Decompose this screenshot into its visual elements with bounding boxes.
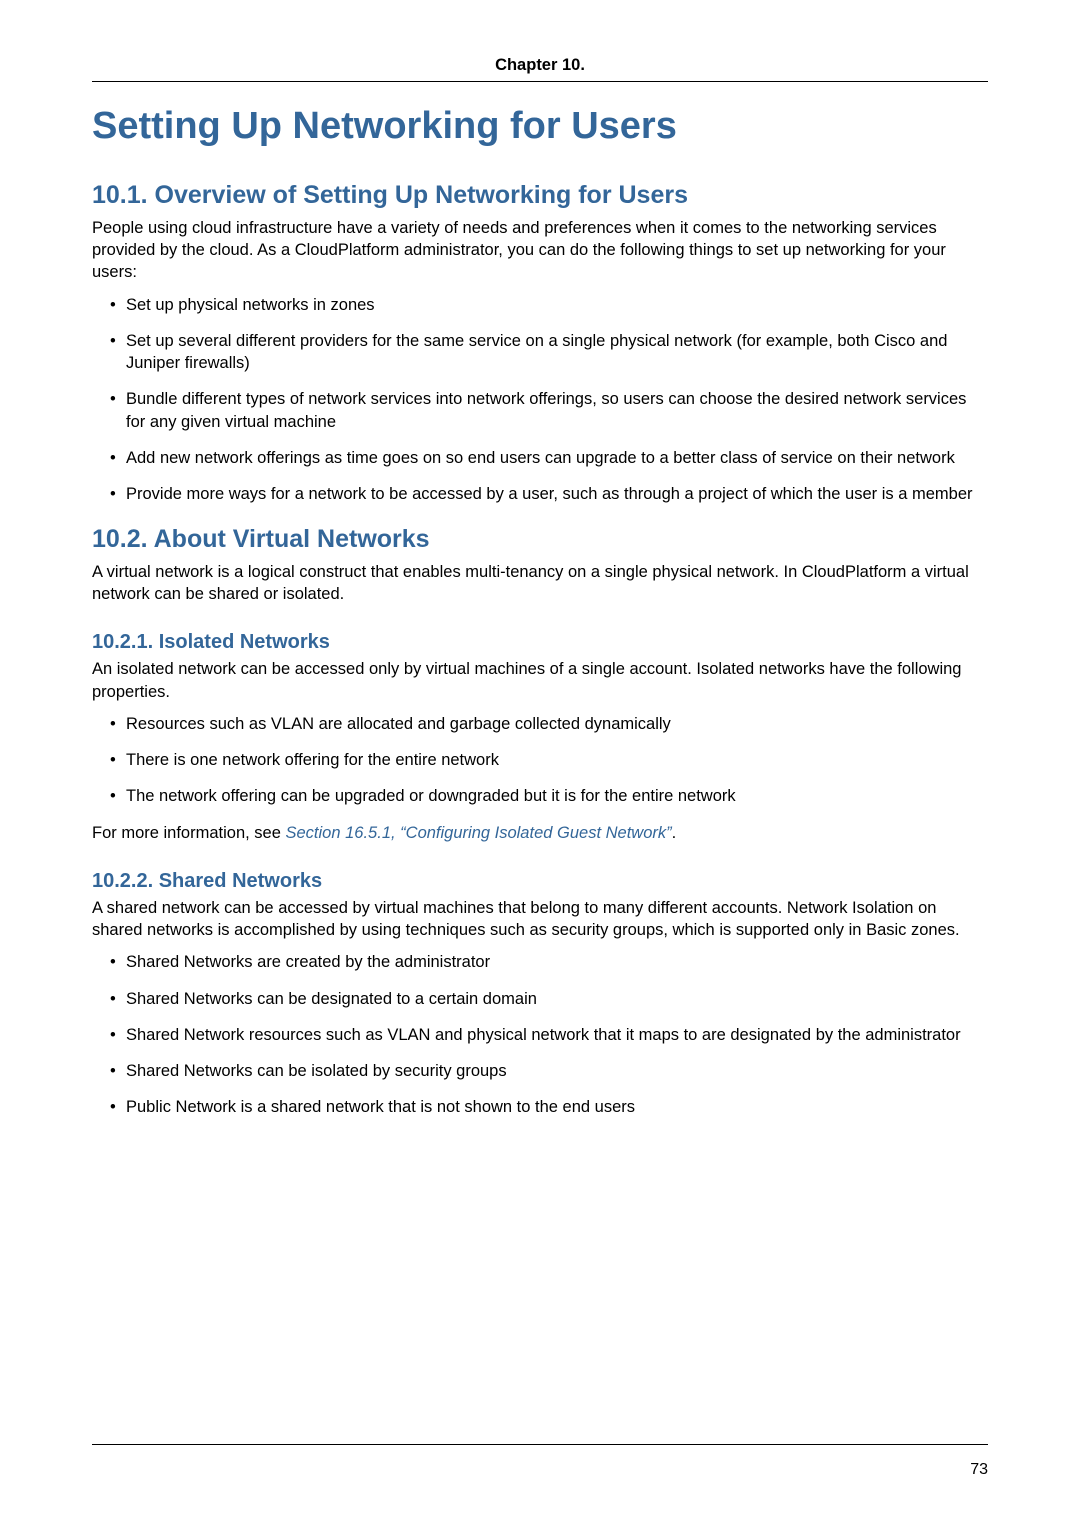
footer-rule <box>92 1444 988 1445</box>
list-item: Provide more ways for a network to be ac… <box>110 483 988 505</box>
list-item: Shared Networks are created by the admin… <box>110 951 988 973</box>
section-10-2-1-bullets: Resources such as VLAN are allocated and… <box>92 713 988 808</box>
section-10-2-2-intro: A shared network can be accessed by virt… <box>92 897 988 942</box>
list-item: Shared Networks can be isolated by secur… <box>110 1060 988 1082</box>
section-10-2-intro: A virtual network is a logical construct… <box>92 561 988 606</box>
section-10-2-1-heading: 10.2.1. Isolated Networks <box>92 631 988 654</box>
section-10-2-1-intro: An isolated network can be accessed only… <box>92 658 988 703</box>
list-item: Resources such as VLAN are allocated and… <box>110 713 988 735</box>
list-item: Public Network is a shared network that … <box>110 1096 988 1118</box>
section-10-2-heading: 10.2. About Virtual Networks <box>92 524 988 555</box>
section-10-2-2-bullets: Shared Networks are created by the admin… <box>92 951 988 1118</box>
more-info-prefix: For more information, see <box>92 824 286 842</box>
list-item: Shared Networks can be designated to a c… <box>110 988 988 1010</box>
document-page: Chapter 10. Setting Up Networking for Us… <box>0 0 1080 1527</box>
header-rule <box>92 81 988 82</box>
list-item: Bundle different types of network servic… <box>110 388 988 433</box>
list-item: Shared Network resources such as VLAN an… <box>110 1024 988 1046</box>
section-10-1-intro: People using cloud infrastructure have a… <box>92 217 988 284</box>
list-item: Set up physical networks in zones <box>110 294 988 316</box>
more-info-paragraph: For more information, see Section 16.5.1… <box>92 822 988 844</box>
chapter-label: Chapter 10. <box>92 56 988 75</box>
cross-reference-link[interactable]: Section 16.5.1, “Configuring Isolated Gu… <box>286 824 672 842</box>
list-item: The network offering can be upgraded or … <box>110 785 988 807</box>
page-number: 73 <box>970 1461 988 1479</box>
chapter-title: Setting Up Networking for Users <box>92 104 988 150</box>
more-info-suffix: . <box>672 824 677 842</box>
list-item: Set up several different providers for t… <box>110 330 988 375</box>
list-item: Add new network offerings as time goes o… <box>110 447 988 469</box>
section-10-1-bullets: Set up physical networks in zones Set up… <box>92 294 988 506</box>
section-10-1-heading: 10.1. Overview of Setting Up Networking … <box>92 180 988 211</box>
list-item: There is one network offering for the en… <box>110 749 988 771</box>
section-10-2-2-heading: 10.2.2. Shared Networks <box>92 870 988 893</box>
